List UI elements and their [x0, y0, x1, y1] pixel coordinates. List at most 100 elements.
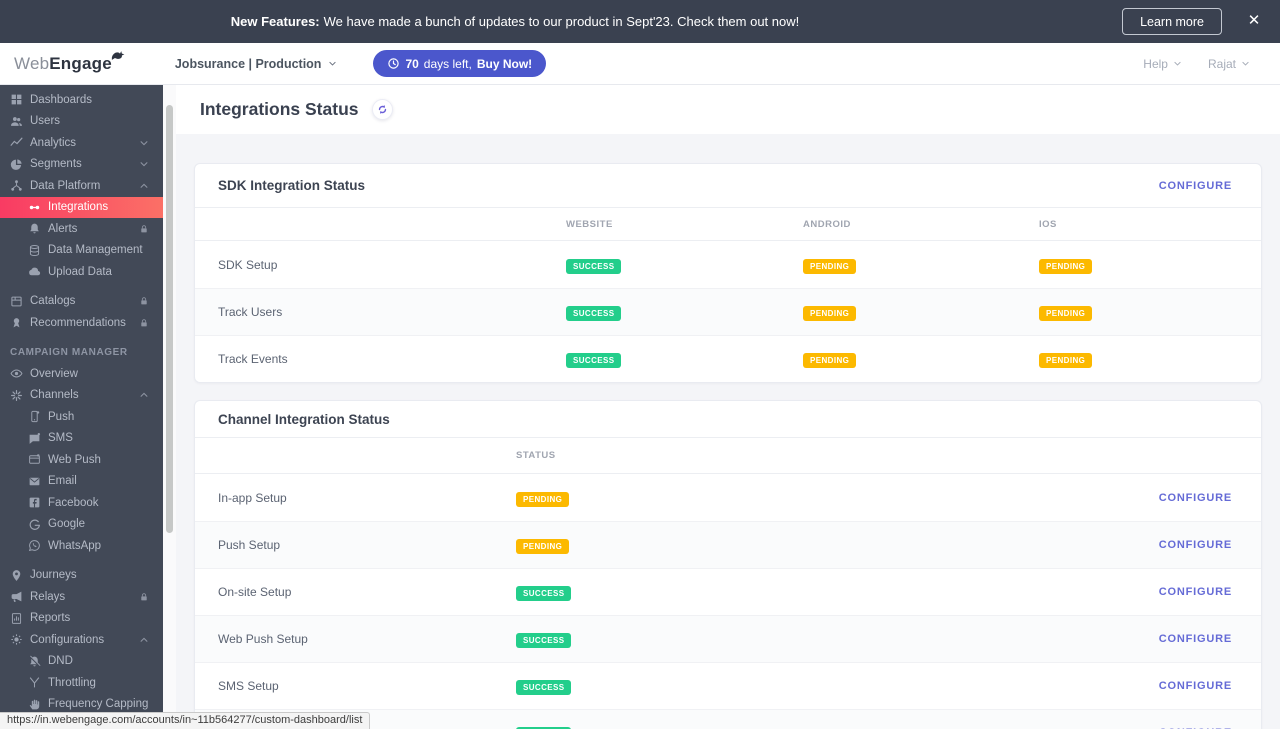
sidebar-item-web-push[interactable]: Web Push: [0, 449, 163, 471]
table-row: On-site Setup SUCCESS CONFIGURE: [195, 568, 1261, 615]
banner-highlight: New Features:: [230, 14, 320, 29]
refresh-button[interactable]: [371, 99, 393, 120]
sidebar-item-data-management[interactable]: Data Management: [0, 240, 163, 262]
status-badge: PENDING: [1039, 258, 1093, 274]
help-menu[interactable]: Help: [1143, 57, 1182, 71]
content-area: SDK Integration Status CONFIGURE WEBSITE…: [176, 134, 1280, 729]
webengage-logo[interactable]: Web Engage: [14, 50, 127, 74]
table-header-row: STATUS: [195, 438, 1261, 474]
email-icon: [28, 475, 41, 488]
user-menu[interactable]: Rajat: [1208, 57, 1250, 71]
sidebar-item-throttling[interactable]: Throttling: [0, 672, 163, 694]
segments-icon: [10, 158, 23, 171]
relays-icon: [10, 590, 23, 603]
push-icon: [28, 410, 41, 423]
status-badge: PENDING: [516, 491, 570, 507]
status-badge: SUCCESS: [566, 306, 622, 321]
row-label: In-app Setup: [218, 490, 287, 505]
data-platform-icon: [10, 179, 23, 192]
row-label: SDK Setup: [218, 257, 278, 272]
configure-link[interactable]: CONFIGURE: [1159, 680, 1232, 692]
sidebar-item-integrations[interactable]: Integrations: [0, 196, 163, 218]
sidebar-item-push[interactable]: Push: [0, 406, 163, 428]
sidebar-item-journeys[interactable]: Journeys: [0, 565, 163, 587]
sidebar-item-alerts[interactable]: Alerts: [0, 218, 163, 240]
whatsapp-icon: [28, 539, 41, 552]
status-badge: PENDING: [1039, 306, 1093, 321]
logo-engage-text: Engage: [49, 53, 112, 73]
chevron-down-icon: [1174, 61, 1181, 66]
status-badge: PENDING: [1039, 353, 1093, 368]
lock-icon: [139, 592, 149, 602]
dashboards-icon: [10, 93, 23, 106]
refresh-icon: [378, 105, 386, 114]
sidebar-item-dashboards[interactable]: Dashboards: [0, 89, 163, 111]
table-row: SDK Setup SUCCESS PENDING PENDING: [195, 241, 1261, 288]
alerts-icon: [28, 222, 41, 235]
status-badge: SUCCESS: [516, 680, 572, 695]
learn-more-button[interactable]: Learn more: [1122, 8, 1222, 35]
analytics-icon: [10, 136, 23, 149]
sidebar-item-whatsapp[interactable]: WhatsApp: [0, 535, 163, 557]
table-row: SMS Setup SUCCESS CONFIGURE: [195, 662, 1261, 709]
configure-link[interactable]: CONFIGURE: [1159, 539, 1232, 551]
sidebar-item-segments[interactable]: Segments: [0, 154, 163, 176]
status-bar-url: https://in.webengage.com/accounts/in~11b…: [0, 712, 371, 729]
sidebar-item-google[interactable]: Google: [0, 514, 163, 536]
channel-integration-card: Channel Integration Status STATUS In-app…: [194, 400, 1262, 729]
column-header-android: ANDROID: [803, 218, 851, 230]
integrations-icon: [28, 201, 41, 214]
recommendations-icon: [10, 316, 23, 329]
trial-buy-now-button[interactable]: 70 days left, Buy Now!: [373, 50, 547, 77]
top-bar: Web Engage Jobsurance | Production 70 day…: [0, 43, 1280, 85]
configure-link[interactable]: CONFIGURE: [1159, 180, 1232, 192]
journeys-icon: [10, 569, 23, 582]
sidebar-item-reports[interactable]: Reports: [0, 608, 163, 630]
status-badge: SUCCESS: [566, 258, 622, 274]
banner-message: New Features: We have made a bunch of upd…: [230, 14, 800, 29]
sidebar-item-facebook[interactable]: Facebook: [0, 492, 163, 514]
scrollbar-thumb[interactable]: [166, 105, 173, 533]
overview-icon: [10, 367, 23, 380]
configure-link[interactable]: CONFIGURE: [1159, 586, 1232, 598]
sidebar-item-analytics[interactable]: Analytics: [0, 132, 163, 154]
sidebar-item-sms[interactable]: SMS: [0, 428, 163, 450]
sidebar-item-relays[interactable]: Relays: [0, 586, 163, 608]
reports-icon: [10, 612, 23, 625]
sidebar-item-dnd[interactable]: DND: [0, 651, 163, 673]
card-title: SDK Integration Status: [218, 178, 366, 193]
table-row: Web Push Setup SUCCESS CONFIGURE: [195, 615, 1261, 662]
sidebar-scrollbar: [163, 85, 176, 729]
sidebar-item-catalogs[interactable]: Catalogs: [0, 291, 163, 313]
sidebar-item-data-platform[interactable]: Data Platform: [0, 175, 163, 197]
sms-icon: [28, 432, 41, 445]
main-content: Integrations Status SDK Integration Stat…: [176, 85, 1280, 729]
sidebar-item-email[interactable]: Email: [0, 471, 163, 493]
workspace-selector[interactable]: Jobsurance | Production: [175, 57, 338, 71]
configure-link[interactable]: CONFIGURE: [1159, 633, 1232, 645]
configure-link[interactable]: CONFIGURE: [1159, 492, 1232, 504]
sidebar-item-users[interactable]: Users: [0, 111, 163, 133]
sidebar-item-upload-data[interactable]: Upload Data: [0, 261, 163, 283]
status-badge: PENDING: [516, 539, 570, 554]
data-management-icon: [28, 244, 41, 257]
sidebar-item-recommendations[interactable]: Recommendations: [0, 312, 163, 334]
sidebar-item-channels[interactable]: Channels: [0, 385, 163, 407]
row-label: Track Users: [218, 305, 283, 319]
lock-icon: [139, 318, 149, 328]
google-icon: [28, 518, 41, 531]
sidebar-item-configurations[interactable]: Configurations: [0, 629, 163, 651]
sidebar-item-overview[interactable]: Overview: [0, 363, 163, 385]
chevron-up-icon: [139, 635, 149, 645]
frequency-capping-hand-icon: [28, 698, 41, 711]
campaign-manager-header: CAMPAIGN MANAGER: [10, 346, 128, 358]
lock-icon: [139, 296, 149, 306]
table-row: Push Setup PENDING CONFIGURE: [195, 521, 1261, 568]
web-push-icon: [28, 453, 41, 466]
logo-web-text: Web: [14, 53, 50, 73]
sdk-integration-card: SDK Integration Status CONFIGURE WEBSITE…: [194, 163, 1262, 383]
table-row: Track Users SUCCESS PENDING PENDING: [195, 288, 1261, 335]
close-icon[interactable]: ✕: [1245, 12, 1263, 30]
row-label: SMS Setup: [218, 679, 279, 693]
status-badge: SUCCESS: [516, 633, 572, 648]
